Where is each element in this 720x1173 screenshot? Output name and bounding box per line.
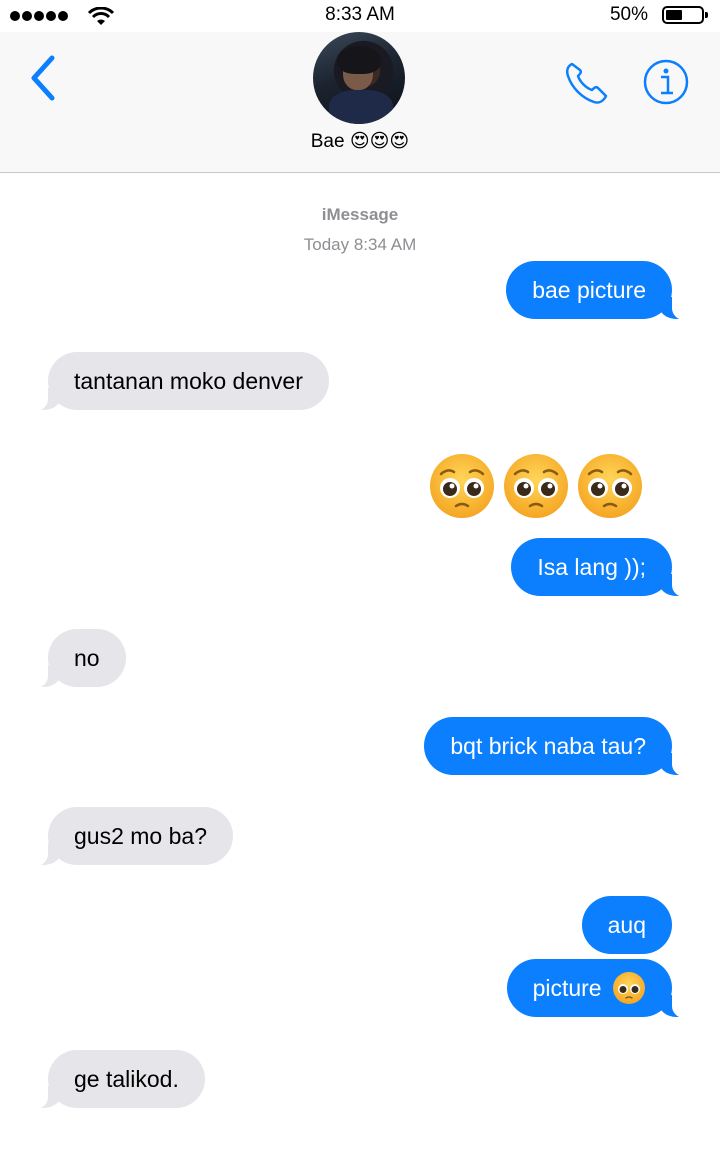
service-label: iMessage [321, 205, 399, 224]
message-text: no [74, 645, 100, 671]
message-text: ge talikod. [74, 1066, 179, 1092]
message-text: bae picture [532, 277, 646, 303]
phone-icon[interactable] [562, 58, 610, 106]
timestamp: Today 8:34 AM [303, 235, 417, 254]
conversation-header: Bae 😍😍😍 [0, 32, 720, 173]
message-received[interactable]: no [34, 629, 126, 688]
message-text: tantanan moko denver [74, 368, 303, 394]
message-sent[interactable]: bqt brick naba tau? [424, 717, 686, 776]
message-text: Isa lang )); [537, 554, 646, 580]
message-sent[interactable]: Isa lang )); [511, 538, 686, 597]
message-text: picture [532, 975, 602, 1001]
message-received[interactable]: gus2 mo ba? [34, 807, 233, 866]
chevron-left-icon[interactable] [22, 52, 62, 104]
battery-icon [662, 6, 708, 24]
message-sent[interactable]: picture [506, 959, 687, 1018]
pleading-face-icon [504, 454, 568, 518]
contact-avatar[interactable] [313, 32, 405, 124]
message-received[interactable]: tantanan moko denver [34, 352, 329, 411]
message-text: gus2 mo ba? [74, 823, 207, 849]
pleading-face-icon [430, 454, 494, 518]
info-icon[interactable] [642, 58, 690, 106]
battery-percent: 50% [609, 4, 648, 25]
message-sent[interactable]: bae picture [506, 261, 686, 320]
message-received[interactable]: ge talikod. [34, 1050, 205, 1109]
pleading-face-icon [578, 454, 642, 518]
message-text: auq [607, 912, 646, 938]
message-sent-emoji[interactable]: 🥺🥺🥺 [428, 452, 644, 520]
contact-name[interactable]: Bae 😍😍😍 [0, 130, 720, 153]
message-sent[interactable]: auq [581, 896, 672, 954]
pleading-face-icon [613, 971, 645, 1004]
message-text: bqt brick naba tau? [450, 733, 646, 759]
status-bar: 8:33 AM 50% [0, 0, 720, 32]
